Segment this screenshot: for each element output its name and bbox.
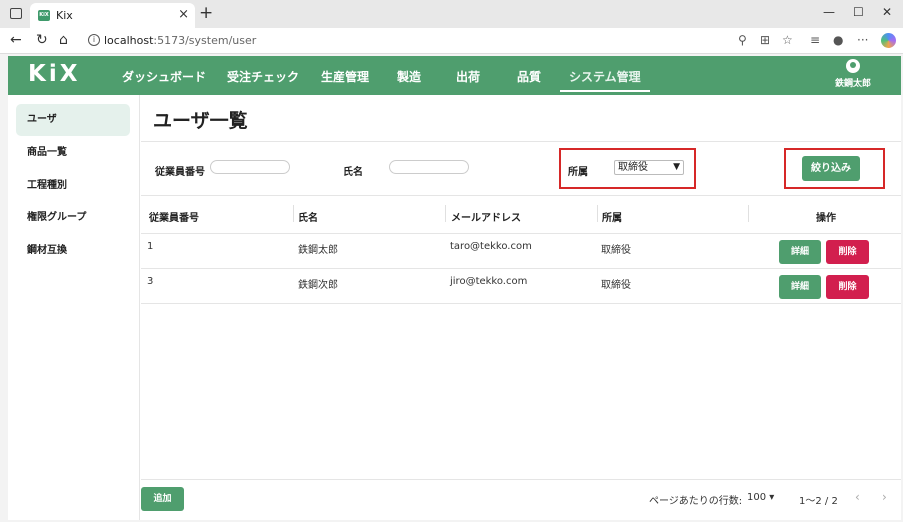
close-tab-icon[interactable]: × — [178, 7, 189, 22]
caret-down-icon: ▾ — [769, 492, 775, 503]
col-header-affiliation[interactable]: 所属 — [602, 209, 622, 224]
divider — [141, 195, 901, 196]
column-separator[interactable] — [597, 205, 598, 222]
sidebar-item-users[interactable]: ユーザ — [16, 104, 130, 136]
affiliation-label: 所属 — [568, 167, 588, 178]
kix-logo[interactable]: KiX — [28, 61, 80, 87]
kix-favicon-icon: KiX — [38, 10, 50, 21]
rows-per-page-value: 100 — [747, 492, 767, 503]
divider — [141, 479, 901, 480]
cell-email: taro@tekko.com — [450, 241, 532, 252]
name-label: 氏名 — [343, 167, 363, 178]
sidebar-item-products[interactable]: 商品一覧 — [16, 137, 130, 169]
affiliation-selected-value: 取締役 — [618, 162, 648, 173]
divider — [141, 303, 901, 304]
page-range: 1〜2 / 2 — [799, 496, 838, 507]
employee-no-input[interactable] — [210, 160, 290, 174]
detail-button[interactable]: 詳細 — [779, 275, 821, 299]
nav-order-check[interactable]: 受注チェック — [227, 68, 299, 85]
favorite-star-icon[interactable]: ☆ — [782, 33, 793, 47]
col-header-actions: 操作 — [816, 213, 836, 224]
page-title: ユーザ一覧 — [153, 110, 248, 132]
url-field[interactable]: i localhost:5173/system/user — [82, 31, 812, 51]
chevron-down-icon: ▼ — [673, 162, 680, 172]
affiliation-select[interactable]: 取締役 ▼ — [614, 160, 684, 175]
cell-affiliation: 取締役 — [601, 280, 631, 291]
browser-tab[interactable]: KiX Kix × — [30, 3, 195, 28]
user-menu[interactable]: 鉄鋼太郎 — [834, 59, 872, 89]
sidebar-item-steel-compat[interactable]: 鋼材互換 — [16, 235, 130, 267]
divider — [141, 268, 901, 269]
sidebar: ユーザ 商品一覧 工程種別 権限グループ 鋼材互換 — [8, 95, 140, 520]
minimize-icon[interactable]: — — [823, 5, 835, 19]
nav-quality[interactable]: 品質 — [517, 68, 541, 85]
name-input[interactable] — [389, 160, 469, 174]
filter-button[interactable]: 絞り込み — [802, 156, 860, 181]
close-window-icon[interactable]: ✕ — [882, 5, 892, 19]
col-header-employee-no[interactable]: 従業員番号 — [149, 209, 199, 224]
url-path: :5173/system/user — [153, 34, 257, 47]
cell-name: 鉄鋼太郎 — [298, 245, 338, 256]
column-separator[interactable] — [293, 205, 294, 222]
rows-per-page-label: ページあたりの行数: — [649, 496, 743, 507]
nav-production[interactable]: 生産管理 — [321, 68, 369, 85]
prev-page-icon[interactable]: ‹ — [855, 490, 860, 504]
window-icon[interactable] — [10, 8, 22, 19]
profile-icon[interactable]: ● — [833, 33, 843, 47]
site-info-icon[interactable]: i — [88, 34, 100, 46]
user-icon — [846, 59, 860, 73]
cell-employee-no: 3 — [147, 276, 154, 287]
copilot-icon[interactable] — [881, 33, 896, 48]
nav-manufacturing[interactable]: 製造 — [397, 68, 421, 85]
sidebar-item-permission-groups[interactable]: 権限グループ — [16, 202, 130, 234]
nav-system-admin[interactable]: システム管理 — [560, 68, 650, 92]
rows-per-page-select[interactable]: 100 ▾ — [747, 492, 774, 503]
nav-dashboard[interactable]: ダッシュボード — [122, 68, 206, 85]
next-page-icon[interactable]: › — [882, 490, 887, 504]
add-button[interactable]: 追加 — [141, 487, 184, 511]
browser-tab-bar: KiX Kix × + — ☐ ✕ — [0, 0, 903, 28]
delete-button[interactable]: 削除 — [826, 240, 869, 264]
address-bar: ← ↻ ⌂ i localhost:5173/system/user ⚲ ⊞ ☆… — [0, 28, 903, 54]
column-separator[interactable] — [748, 205, 749, 222]
nav-shipping[interactable]: 出荷 — [456, 68, 480, 85]
tab-title: Kix — [56, 9, 73, 22]
col-header-name[interactable]: 氏名 — [298, 209, 318, 224]
user-name: 鉄鋼太郎 — [834, 79, 871, 89]
sidebar-item-process-types[interactable]: 工程種別 — [16, 170, 130, 202]
cell-name: 鉄鋼次郎 — [298, 280, 338, 291]
reload-icon[interactable]: ↻ — [36, 32, 48, 48]
app-grid-icon[interactable]: ⊞ — [760, 33, 770, 47]
employee-no-label: 従業員番号 — [155, 167, 205, 178]
cell-affiliation: 取締役 — [601, 245, 631, 256]
column-separator[interactable] — [445, 205, 446, 222]
url-host: localhost — [104, 34, 154, 47]
maximize-icon[interactable]: ☐ — [853, 5, 864, 19]
col-header-email[interactable]: メールアドレス — [451, 209, 521, 224]
divider — [141, 141, 901, 142]
url-text: localhost:5173/system/user — [104, 34, 256, 47]
back-arrow-icon[interactable]: ← — [10, 32, 22, 48]
delete-button[interactable]: 削除 — [826, 275, 869, 299]
favorites-list-icon[interactable]: ≡ — [810, 33, 820, 47]
app-window: KiX ダッシュボード 受注チェック 生産管理 製造 出荷 品質 システム管理 … — [8, 56, 901, 520]
more-options-icon[interactable]: ··· — [857, 33, 868, 47]
app-header: KiX ダッシュボード 受注チェック 生産管理 製造 出荷 品質 システム管理 … — [8, 56, 901, 95]
key-icon[interactable]: ⚲ — [738, 33, 747, 47]
new-tab-icon[interactable]: + — [199, 3, 213, 23]
home-icon[interactable]: ⌂ — [59, 32, 68, 48]
detail-button[interactable]: 詳細 — [779, 240, 821, 264]
cell-email: jiro@tekko.com — [450, 276, 528, 287]
cell-employee-no: 1 — [147, 241, 154, 252]
divider — [141, 233, 901, 234]
